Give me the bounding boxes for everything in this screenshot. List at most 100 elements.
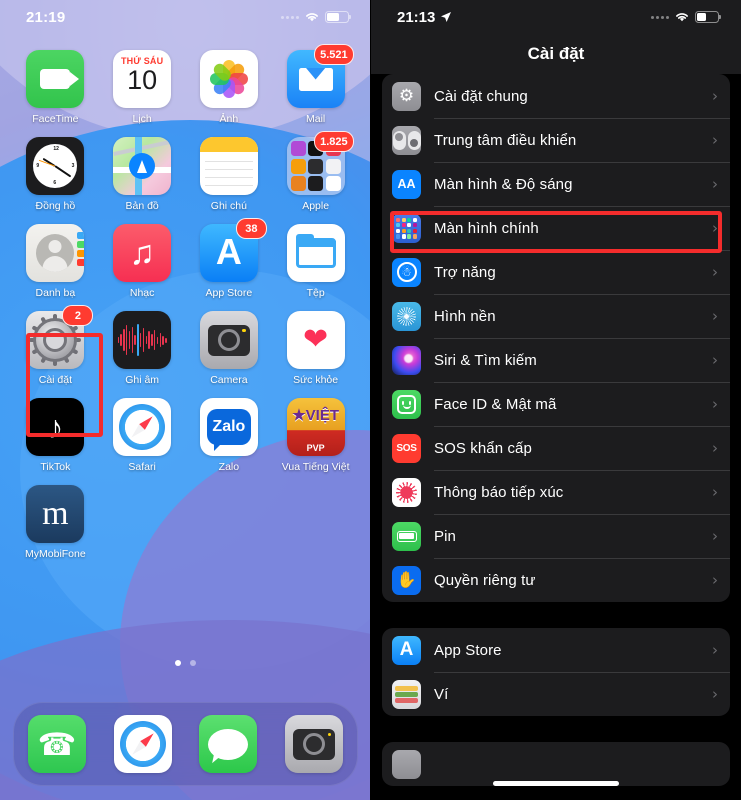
app-vua-tieng-viet[interactable]: ★VIỆT PVP Vua Tiếng Việt xyxy=(272,398,359,473)
settings-row-app-store[interactable]: A App Store › xyxy=(382,628,730,672)
dock-messages-icon[interactable] xyxy=(199,715,258,773)
dock-phone-icon[interactable]: ☎ xyxy=(27,715,86,773)
app-icon-wrap xyxy=(113,311,172,369)
vua-tieng-viet-icon: ★VIỆT PVP xyxy=(286,398,345,456)
page-indicator[interactable] xyxy=(0,660,371,666)
photos-icon xyxy=(199,50,258,108)
settings-row-exposure-notifications[interactable]: Thông báo tiếp xúc › xyxy=(382,470,730,514)
settings-row-wallpaper[interactable]: Hình nền › xyxy=(382,294,730,338)
app-voice-memos[interactable]: Ghi âm xyxy=(99,311,186,386)
app-icon-wrap: THỨ SÁU 10 xyxy=(113,50,172,108)
app-camera[interactable]: Camera xyxy=(186,311,273,386)
settings-row-face-id[interactable]: Face ID & Mật mã › xyxy=(382,382,730,426)
signal-dots-icon xyxy=(651,15,669,19)
settings-row-emergency-sos[interactable]: SOS SOS khẩn cấp › xyxy=(382,426,730,470)
page-dot-2[interactable] xyxy=(190,660,196,666)
battery-icon xyxy=(392,521,421,551)
settings-row-label: Pin xyxy=(434,527,456,545)
app-settings[interactable]: 2 Cài đặt xyxy=(12,305,99,386)
settings-row-label: Trợ năng xyxy=(434,263,496,281)
dock-safari-icon[interactable] xyxy=(113,715,172,773)
app-folder-apple[interactable]: 1.825 Apple xyxy=(272,131,359,212)
app-label: Ảnh xyxy=(219,113,239,125)
settings-scroll-area[interactable]: ⚙ Cài đặt chung › Trung tâm điều khiển ›… xyxy=(371,74,741,800)
chevron-right-icon: › xyxy=(712,263,718,281)
app-tiktok[interactable]: ♪ TikTok xyxy=(12,398,99,473)
display-brightness-icon: AA xyxy=(392,169,421,199)
calendar-day: 10 xyxy=(127,65,158,95)
app-files[interactable]: Tệp xyxy=(272,224,359,299)
home-indicator[interactable] xyxy=(493,781,619,786)
battery-icon xyxy=(695,11,722,23)
app-clock[interactable]: 12 3 6 9 Đồng hồ xyxy=(12,137,99,212)
settings-group-2: A App Store › Ví › xyxy=(382,628,730,716)
iphone-home-screen: 21:19 FaceTime THỨ SÁU 10 Lịch Ảnh 5.521… xyxy=(0,0,371,800)
maps-icon xyxy=(113,137,172,195)
siri-icon xyxy=(392,345,421,375)
settings-group-3-partial xyxy=(382,742,730,786)
app-label: Tệp xyxy=(306,287,325,299)
app-icon-wrap: 5.521 xyxy=(286,44,354,108)
app-label: Lịch xyxy=(132,113,152,125)
app-facetime[interactable]: FaceTime xyxy=(12,50,99,125)
settings-row-display-brightness[interactable]: AA Màn hình & Độ sáng › xyxy=(382,162,730,206)
group-gap xyxy=(382,602,730,628)
settings-row-home-screen[interactable]: Màn hình chính › xyxy=(382,206,730,250)
calendar-icon: THỨ SÁU 10 xyxy=(113,50,172,108)
app-icon-wrap xyxy=(26,224,85,282)
dock: ☎ xyxy=(13,702,358,786)
app-maps[interactable]: Bản đồ xyxy=(99,137,186,212)
location-arrow-icon xyxy=(441,12,452,22)
app-label: Vua Tiếng Việt xyxy=(281,461,350,473)
home-status-bar: 21:19 xyxy=(0,0,371,34)
app-icon-wrap: A 38 xyxy=(199,218,267,282)
app-icon-wrap xyxy=(199,50,258,108)
settings-row-wallet[interactable]: Ví › xyxy=(382,672,730,716)
app-app-store[interactable]: A 38 App Store xyxy=(186,218,273,299)
battery-icon xyxy=(325,11,352,23)
app-mail[interactable]: 5.521 Mail xyxy=(272,44,359,125)
settings-row-siri-search[interactable]: Siri & Tìm kiếm › xyxy=(382,338,730,382)
contacts-icon xyxy=(26,224,85,282)
chevron-right-icon: › xyxy=(712,641,718,659)
zalo-icon: Zalo xyxy=(199,398,258,456)
app-music[interactable]: ♫ Nhạc xyxy=(99,224,186,299)
app-label: Ghi chú xyxy=(210,200,247,212)
settings-row-privacy[interactable]: ✋ Quyền riêng tư › xyxy=(382,558,730,602)
tiktok-icon: ♪ xyxy=(26,398,85,456)
mymobifone-icon: m xyxy=(26,485,85,543)
settings-row-battery[interactable]: Pin › xyxy=(382,514,730,558)
status-left: 21:19 xyxy=(26,9,65,26)
app-safari[interactable]: Safari xyxy=(99,398,186,473)
app-icon-wrap xyxy=(199,311,258,369)
settings-status-bar: 21:13 xyxy=(371,0,741,34)
chevron-right-icon: › xyxy=(712,87,718,105)
settings-row-label: Thông báo tiếp xúc xyxy=(434,483,564,501)
app-photos[interactable]: Ảnh xyxy=(186,50,273,125)
app-calendar[interactable]: THỨ SÁU 10 Lịch xyxy=(99,50,186,125)
settings-row-control-center[interactable]: Trung tâm điều khiển › xyxy=(382,118,730,162)
app-icon-wrap: ♫ xyxy=(113,224,172,282)
wallet-icon xyxy=(392,679,421,709)
app-mymobifone[interactable]: m MyMobiFone xyxy=(12,485,99,560)
app-icon-wrap xyxy=(286,224,345,282)
app-label: Đồng hồ xyxy=(35,200,76,212)
chevron-right-icon: › xyxy=(712,351,718,369)
app-label: Apple xyxy=(302,200,330,212)
app-contacts[interactable]: Danh bạ xyxy=(12,224,99,299)
home-screen-icon xyxy=(392,213,421,243)
app-icon-wrap xyxy=(113,137,172,195)
app-label: Safari xyxy=(128,461,156,473)
app-zalo[interactable]: Zalo Zalo xyxy=(186,398,273,473)
page-dot-1[interactable] xyxy=(175,660,181,666)
settings-row-accessibility[interactable]: ☃ Trợ năng › xyxy=(382,250,730,294)
dock-camera-icon[interactable] xyxy=(285,715,344,773)
app-health[interactable]: ❤ Sức khỏe xyxy=(272,311,359,386)
clock-icon: 12 3 6 9 xyxy=(26,137,85,195)
settings-row-general[interactable]: ⚙ Cài đặt chung › xyxy=(382,74,730,118)
app-label: Sức khỏe xyxy=(293,374,339,386)
settings-row-label: App Store xyxy=(434,641,502,659)
app-notes[interactable]: Ghi chú xyxy=(186,137,273,212)
settings-row-partial[interactable] xyxy=(382,742,730,786)
app-label: Danh bạ xyxy=(35,287,76,299)
